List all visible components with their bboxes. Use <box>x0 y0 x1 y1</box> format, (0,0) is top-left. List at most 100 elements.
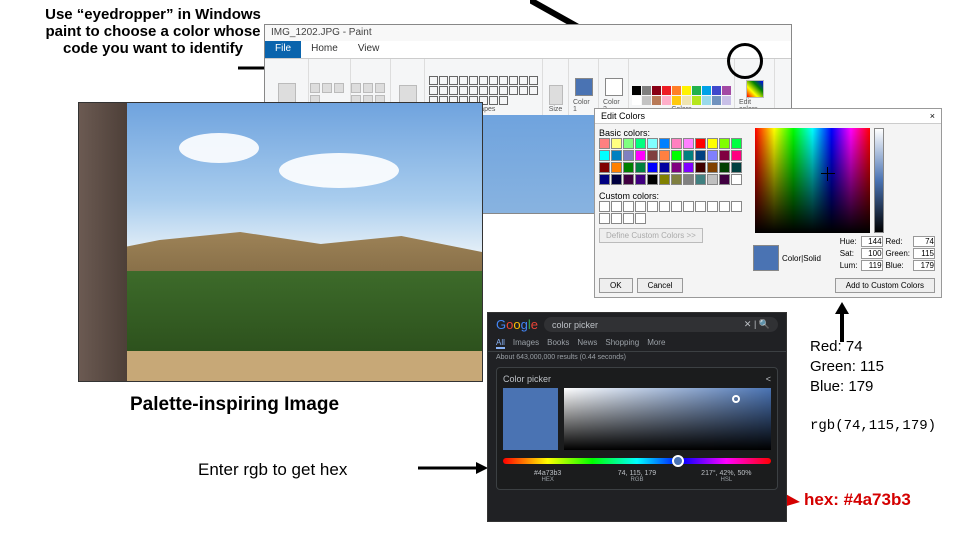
ec-custom-swatch[interactable] <box>611 213 622 224</box>
ec-swatch[interactable] <box>611 174 622 185</box>
ec-spectrum[interactable] <box>755 128 870 233</box>
ec-swatch[interactable] <box>611 150 622 161</box>
color-swatch[interactable] <box>632 96 641 105</box>
shape-icon[interactable] <box>509 76 518 85</box>
ec-swatch[interactable] <box>623 150 634 161</box>
shape-icon[interactable] <box>489 76 498 85</box>
ec-swatch[interactable] <box>707 174 718 185</box>
pencil-icon[interactable] <box>351 83 361 93</box>
ec-swatch[interactable] <box>683 174 694 185</box>
shape-icon[interactable] <box>469 76 478 85</box>
shape-icon[interactable] <box>439 76 448 85</box>
color-swatch[interactable] <box>712 96 721 105</box>
ec-custom-swatch[interactable] <box>623 213 634 224</box>
shape-icon[interactable] <box>499 76 508 85</box>
ec-custom-swatch[interactable] <box>647 201 658 212</box>
color-swatch[interactable] <box>692 96 701 105</box>
shape-icon[interactable] <box>429 76 438 85</box>
ec-swatch[interactable] <box>599 174 610 185</box>
close-icon[interactable]: × <box>930 111 935 121</box>
color-swatch[interactable] <box>702 96 711 105</box>
ec-swatch[interactable] <box>719 162 730 173</box>
ec-swatch[interactable] <box>719 150 730 161</box>
google-tab-news[interactable]: News <box>577 338 597 349</box>
ec-swatch[interactable] <box>647 150 658 161</box>
color-swatch[interactable] <box>642 96 651 105</box>
shape-icon[interactable] <box>439 86 448 95</box>
resize-icon[interactable] <box>334 83 344 93</box>
ec-custom-swatch[interactable] <box>731 201 742 212</box>
ec-swatch[interactable] <box>731 138 742 149</box>
color-swatch[interactable] <box>702 86 711 95</box>
ec-swatch[interactable] <box>719 174 730 185</box>
shape-icon[interactable] <box>459 76 468 85</box>
paint-tab-view[interactable]: View <box>348 41 390 58</box>
google-tab-books[interactable]: Books <box>547 338 569 349</box>
ec-custom-swatch[interactable] <box>707 201 718 212</box>
shape-icon[interactable] <box>469 86 478 95</box>
ec-swatch[interactable] <box>683 138 694 149</box>
ec-swatch[interactable] <box>635 138 646 149</box>
ec-custom-swatch[interactable] <box>611 201 622 212</box>
ec-cancel-button[interactable]: Cancel <box>637 278 684 293</box>
ec-swatch[interactable] <box>707 162 718 173</box>
ec-swatch[interactable] <box>635 174 646 185</box>
ec-swatch[interactable] <box>671 174 682 185</box>
paint-tab-file[interactable]: File <box>265 41 301 58</box>
color-swatch[interactable] <box>682 96 691 105</box>
color-swatch[interactable] <box>662 86 671 95</box>
shape-icon[interactable] <box>479 76 488 85</box>
ribbon-editcolors[interactable]: Edit colors <box>735 59 775 115</box>
color-swatch[interactable] <box>692 86 701 95</box>
ec-custom-swatch[interactable] <box>599 213 610 224</box>
text-icon[interactable] <box>375 83 385 93</box>
select-icon[interactable] <box>310 83 320 93</box>
ec-swatch[interactable] <box>731 150 742 161</box>
ec-swatch[interactable] <box>635 162 646 173</box>
ec-swatch[interactable] <box>683 162 694 173</box>
ec-add-custom-button[interactable]: Add to Custom Colors <box>835 278 935 293</box>
ec-swatch[interactable] <box>731 162 742 173</box>
ec-swatch[interactable] <box>599 162 610 173</box>
ec-custom-swatch[interactable] <box>671 201 682 212</box>
ec-swatch[interactable] <box>647 138 658 149</box>
ec-swatch[interactable] <box>611 138 622 149</box>
color-swatch[interactable] <box>712 86 721 95</box>
ec-swatch[interactable] <box>647 174 658 185</box>
color-swatch[interactable] <box>722 86 731 95</box>
google-tab-images[interactable]: Images <box>513 338 539 349</box>
ec-custom-swatch[interactable] <box>659 201 670 212</box>
ec-swatch[interactable] <box>671 162 682 173</box>
ec-swatch[interactable] <box>671 138 682 149</box>
ec-swatch[interactable] <box>623 174 634 185</box>
ec-swatch[interactable] <box>683 150 694 161</box>
shape-icon[interactable] <box>449 86 458 95</box>
ec-hue-input[interactable] <box>861 236 883 247</box>
color-swatch[interactable] <box>662 96 671 105</box>
google-searchbox[interactable]: color picker ✕ | 🔍 <box>544 317 778 332</box>
shape-icon[interactable] <box>489 86 498 95</box>
color2-swatch[interactable] <box>605 78 623 96</box>
ec-swatch[interactable] <box>659 138 670 149</box>
crop-icon[interactable] <box>322 83 332 93</box>
ec-swatch[interactable] <box>707 150 718 161</box>
ec-lum-input[interactable] <box>861 260 883 271</box>
shape-icon[interactable] <box>509 86 518 95</box>
ec-custom-swatch[interactable] <box>683 201 694 212</box>
google-tab-all[interactable]: All <box>496 338 505 349</box>
ec-swatch[interactable] <box>671 150 682 161</box>
ec-swatch[interactable] <box>659 150 670 161</box>
ec-ok-button[interactable]: OK <box>599 278 633 293</box>
ec-swatch[interactable] <box>659 174 670 185</box>
ec-swatch[interactable] <box>599 138 610 149</box>
shape-icon[interactable] <box>529 86 538 95</box>
shape-icon[interactable] <box>519 76 528 85</box>
shape-icon[interactable] <box>489 96 498 105</box>
ec-swatch[interactable] <box>731 174 742 185</box>
shape-icon[interactable] <box>479 86 488 95</box>
color-swatch[interactable] <box>672 96 681 105</box>
shape-icon[interactable] <box>449 76 458 85</box>
shapes-gallery[interactable] <box>429 76 539 105</box>
google-tab-more[interactable]: More <box>647 338 665 349</box>
ec-blue-input[interactable] <box>913 260 935 271</box>
